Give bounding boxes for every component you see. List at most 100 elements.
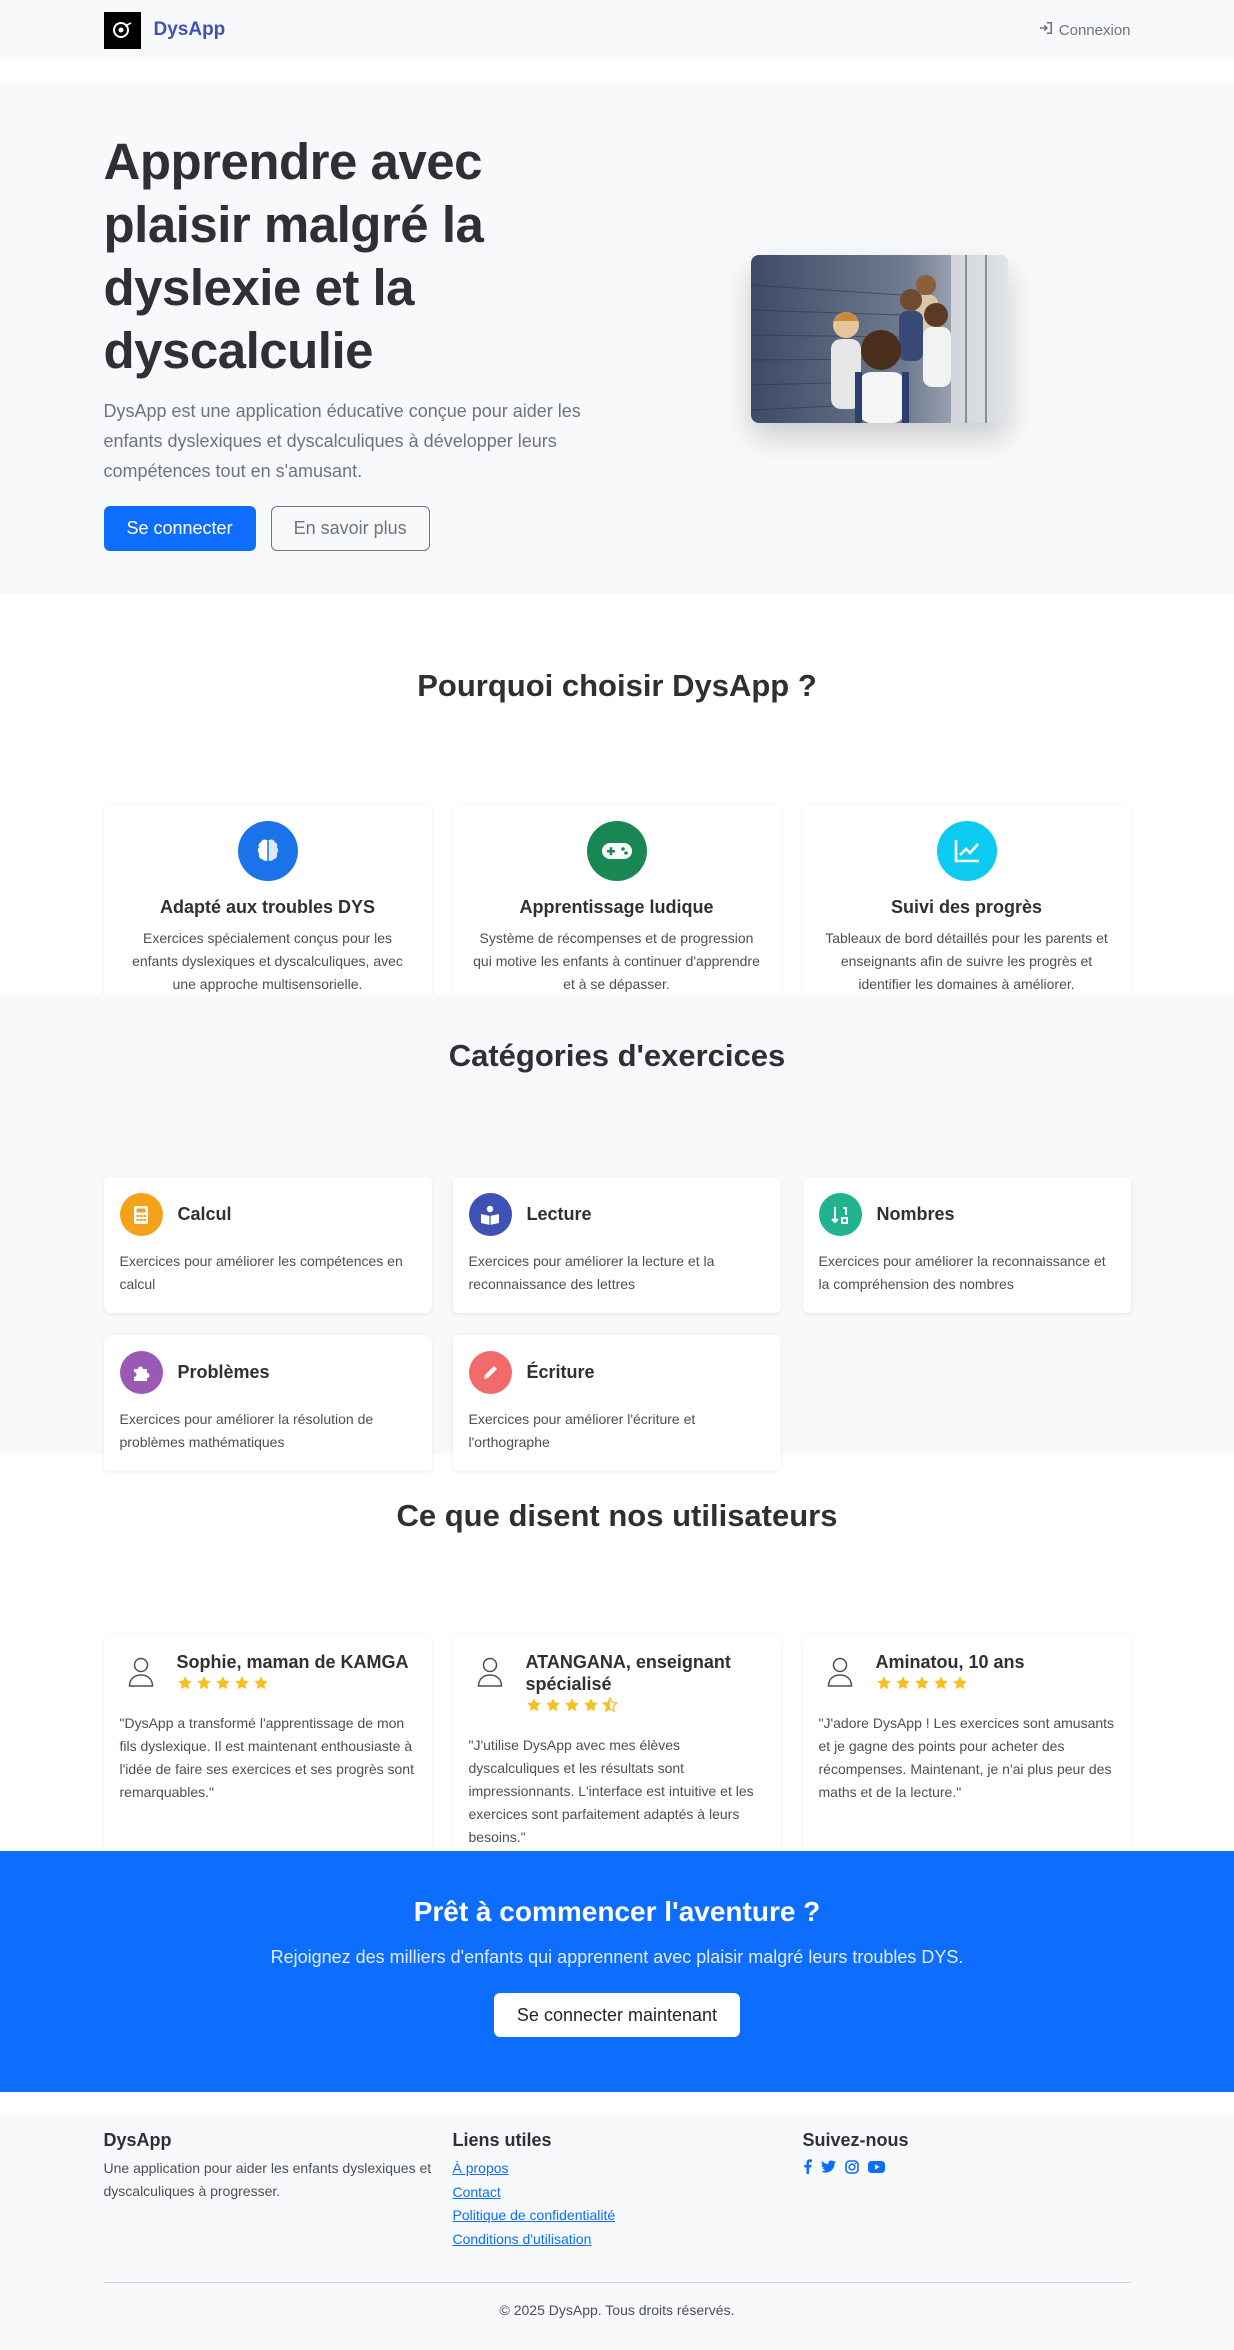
login-link[interactable]: Connexion: [1039, 21, 1131, 39]
gamepad-icon: [586, 821, 647, 881]
testimonials-title: Ce que disent nos utilisateurs: [396, 1498, 838, 1533]
rating-stars: [876, 1675, 1025, 1696]
footer: DysApp Une application pour aider les en…: [0, 2114, 1234, 2350]
category-description: Exercices pour améliorer l'écriture et l…: [468, 1411, 696, 1450]
hero-section: Apprendre avec plaisir malgré la dyslexi…: [0, 82, 1234, 594]
rating-stars: [177, 1675, 409, 1696]
learn-more-button[interactable]: En savoir plus: [270, 506, 430, 551]
star-icon: [234, 1675, 250, 1696]
star-icon: [933, 1675, 949, 1696]
hero-photo: [750, 255, 1008, 423]
category-name: Nombres: [876, 1204, 955, 1224]
category-name: Calcul: [177, 1204, 232, 1224]
twitter-icon[interactable]: [820, 2160, 836, 2178]
footer-link-privacy[interactable]: Politique de confidentialité: [453, 2204, 783, 2228]
testimonial-author: Sophie, maman de KAMGA: [176, 1652, 409, 1672]
hero-description: DysApp est une application éducative con…: [103, 401, 581, 481]
puzzle-icon: [119, 1351, 163, 1394]
sort-numbers-icon: [818, 1193, 862, 1236]
footer-brand-text: Une application pour aider les enfants d…: [103, 2160, 432, 2199]
footer-links: Liens utiles À propos Contact Politique …: [453, 2130, 783, 2251]
calculator-icon: [119, 1193, 163, 1236]
star-icon: [564, 1697, 580, 1718]
brand-link[interactable]: DysApp: [103, 11, 226, 49]
feature-card-dys: Adapté aux troubles DYS Exercices spécia…: [103, 805, 432, 1010]
rating-stars: [526, 1696, 765, 1718]
copyright-text: © 2025 DysApp. Tous droits réservés.: [499, 2302, 735, 2318]
feature-text: Tableaux de bord détaillés pour les pare…: [825, 930, 1108, 992]
star-icon: [177, 1675, 193, 1696]
user-avatar-icon: [469, 1651, 512, 1694]
feature-card-suivi: Suivi des progrès Tableaux de bord détai…: [802, 805, 1131, 1010]
testimonial-text: "DysApp a transformé l'apprentissage de …: [119, 1715, 415, 1800]
testimonial-card: Sophie, maman de KAMGA "DysApp a transfo…: [103, 1635, 432, 1868]
category-description: Exercices pour améliorer la résolution d…: [119, 1411, 374, 1450]
feature-text: Exercices spécialement conçus pour les e…: [132, 930, 403, 992]
star-icon: [545, 1697, 561, 1718]
star-icon: [895, 1675, 911, 1696]
sign-in-icon: [1039, 21, 1053, 39]
testimonial-card: Aminatou, 10 ans "J'adore DysApp ! Les e…: [802, 1635, 1131, 1868]
footer-link-contact[interactable]: Contact: [453, 2181, 783, 2205]
footer-social-title: Suivez-nous: [802, 2130, 909, 2150]
feature-text: Système de récompenses et de progression…: [473, 930, 760, 992]
facebook-icon[interactable]: [803, 2159, 812, 2179]
testimonial-text: "J'adore DysApp ! Les exercices sont amu…: [818, 1715, 1115, 1800]
star-icon: [526, 1697, 542, 1718]
feature-card-ludique: Apprentissage ludique Système de récompe…: [452, 805, 781, 1010]
category-card-ecriture[interactable]: Écriture Exercices pour améliorer l'écri…: [452, 1335, 781, 1471]
category-card-nombres[interactable]: Nombres Exercices pour améliorer la reco…: [802, 1177, 1131, 1313]
categories-title: Catégories d'exercices: [448, 1038, 786, 1073]
category-card-calcul[interactable]: Calcul Exercices pour améliorer les comp…: [103, 1177, 432, 1313]
why-section-title: Pourquoi choisir DysApp ?: [417, 668, 817, 703]
testimonial-author: ATANGANA, enseignant spécialisé: [525, 1652, 731, 1694]
star-icon: [914, 1675, 930, 1696]
login-button[interactable]: Se connecter: [103, 506, 256, 551]
category-name: Problèmes: [177, 1362, 270, 1382]
testimonial-card: ATANGANA, enseignant spécialisé "J'utili…: [452, 1635, 781, 1868]
cta-login-button[interactable]: Se connecter maintenant: [493, 1993, 741, 2037]
logo-icon: [103, 11, 141, 49]
footer-social: Suivez-nous: [803, 2130, 1133, 2179]
instagram-icon[interactable]: [844, 2159, 859, 2179]
cta-text: Rejoignez des milliers d'enfants qui app…: [270, 1947, 964, 1967]
category-name: Lecture: [526, 1204, 592, 1224]
star-icon: [876, 1675, 892, 1696]
footer-links-title: Liens utiles: [452, 2130, 552, 2150]
category-description: Exercices pour améliorer la reconnaissan…: [818, 1253, 1106, 1292]
chart-line-icon: [936, 821, 997, 881]
login-label: Connexion: [1058, 21, 1131, 39]
category-name: Écriture: [526, 1362, 595, 1382]
star-icon: [253, 1675, 269, 1696]
star-icon: [215, 1675, 231, 1696]
footer-link-about[interactable]: À propos: [453, 2157, 783, 2181]
footer-link-terms[interactable]: Conditions d'utilisation: [453, 2228, 783, 2252]
star-icon: [952, 1675, 968, 1696]
brain-icon: [237, 821, 298, 881]
star-half-icon: [601, 1696, 618, 1718]
category-description: Exercices pour améliorer la lecture et l…: [468, 1253, 715, 1292]
category-card-problemes[interactable]: Problèmes Exercices pour améliorer la ré…: [103, 1335, 432, 1471]
star-icon: [583, 1697, 599, 1718]
footer-about: DysApp Une application pour aider les en…: [104, 2130, 434, 2203]
feature-title: Suivi des progrès: [890, 897, 1043, 917]
feature-title: Apprentissage ludique: [519, 897, 714, 917]
navbar: DysApp Connexion: [0, 0, 1234, 60]
book-reader-icon: [468, 1193, 512, 1236]
youtube-icon[interactable]: [867, 2160, 885, 2178]
category-card-lecture[interactable]: Lecture Exercices pour améliorer la lect…: [452, 1177, 781, 1313]
testimonial-author: Aminatou, 10 ans: [875, 1652, 1025, 1672]
category-description: Exercices pour améliorer les compétences…: [119, 1253, 403, 1292]
brand-name: DysApp: [153, 19, 226, 40]
testimonial-text: "J'utilise DysApp avec mes élèves dyscal…: [468, 1737, 754, 1845]
footer-divider: [103, 2282, 1131, 2283]
feature-title: Adapté aux troubles DYS: [159, 897, 376, 917]
user-avatar-icon: [819, 1651, 862, 1694]
user-avatar-icon: [120, 1651, 163, 1694]
footer-brand: DysApp: [103, 2130, 172, 2150]
cta-title: Prêt à commencer l'aventure ?: [413, 1896, 821, 1927]
cta-section: Prêt à commencer l'aventure ? Rejoignez …: [0, 1851, 1234, 2092]
pencil-icon: [468, 1351, 512, 1394]
hero-title: Apprendre avec plaisir malgré la dyslexi…: [103, 133, 484, 379]
star-icon: [196, 1675, 212, 1696]
